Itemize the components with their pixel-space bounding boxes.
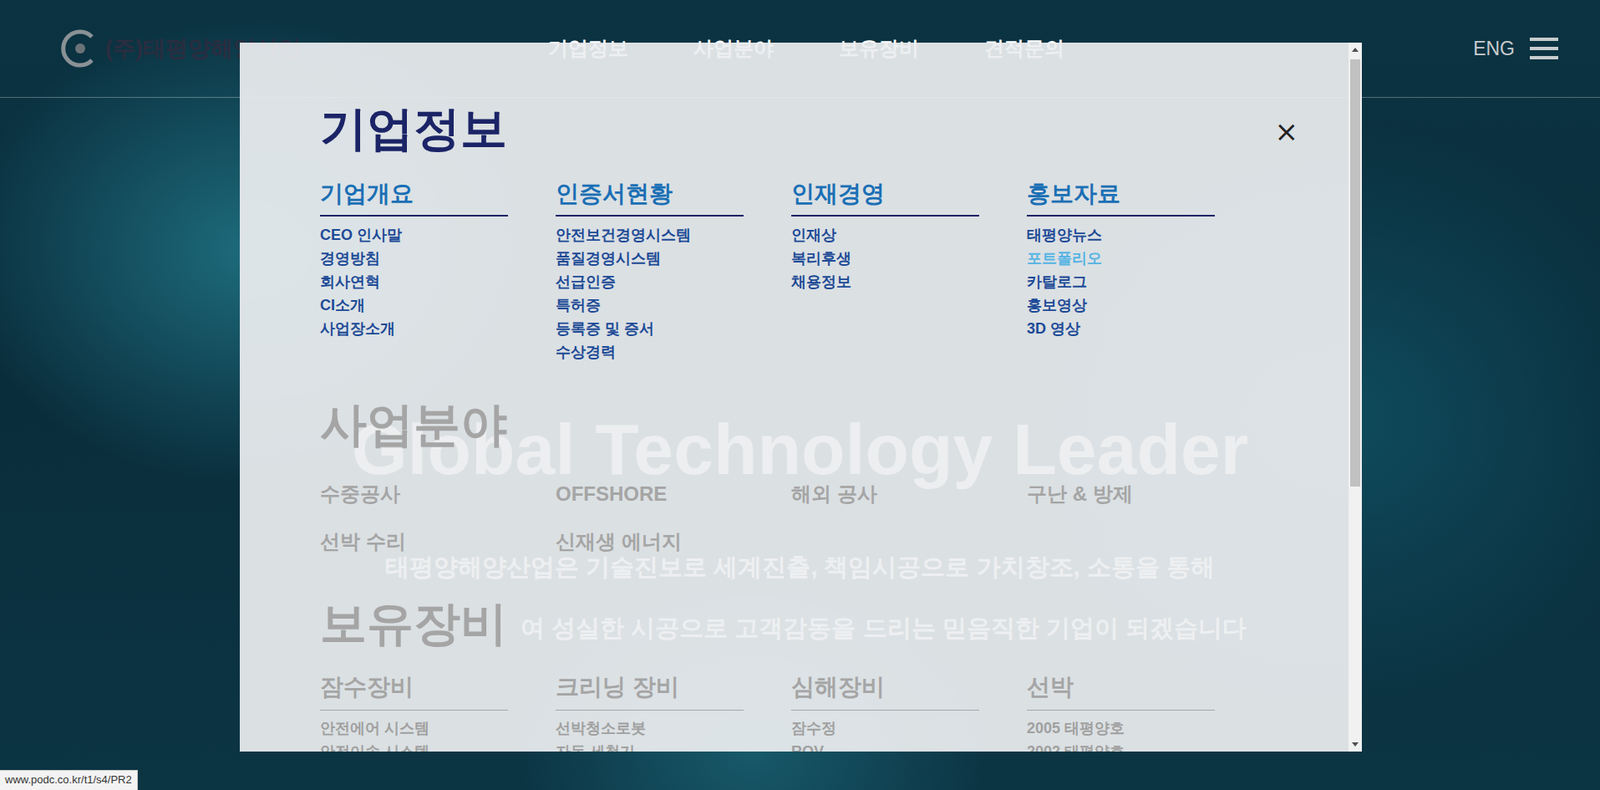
link-list: 안전에어 시스템안전이송 시스템 xyxy=(320,716,508,752)
column-title[interactable]: 크리닝 장비 xyxy=(555,672,744,711)
header-tools: ENG xyxy=(1473,37,1559,61)
sitemap-link[interactable]: 2005 태평양호 xyxy=(1026,716,1215,740)
sitemap-link[interactable]: 수상경력 xyxy=(555,340,744,364)
sitemap-link[interactable]: 선급인증 xyxy=(555,269,744,294)
menu-bar xyxy=(1529,55,1559,60)
scroll-down-icon[interactable] xyxy=(1348,736,1362,752)
page: (주)태평양해양산업 기업정보사업분야보유장비견적문의 ENG Global T… xyxy=(0,0,1600,790)
sitemap-link[interactable]: 안전보건경영시스템 xyxy=(555,223,744,247)
column-title[interactable]: 잠수장비 xyxy=(320,672,508,711)
menu-icon[interactable] xyxy=(1529,37,1559,60)
link-list: 인재상복리후생채용정보 xyxy=(791,223,980,294)
column-title[interactable]: 기업개요 xyxy=(320,179,508,217)
link-list: 2005 태평양호2002 태평양호 xyxy=(1026,716,1215,752)
column-title[interactable]: 인증서현황 xyxy=(555,179,744,217)
scroll-thumb[interactable] xyxy=(1350,59,1361,487)
sitemap-link[interactable]: 잠수정 xyxy=(791,716,980,740)
link-list: 선박청소로봇자동 세척기 xyxy=(555,716,744,752)
sitemap-link[interactable]: 복리후생 xyxy=(791,246,980,270)
sitemap-section: 기업정보 기업개요 CEO 인사말경영방침회사연혁CI소개사업장소개 인증서현황 … xyxy=(320,100,1362,364)
sitemap-link[interactable]: 회사연혁 xyxy=(320,269,508,294)
sitemap-column: 심해장비 잠수정ROV xyxy=(791,672,980,752)
sitemap-link[interactable]: 인재상 xyxy=(791,223,980,247)
sitemap-column: 인재경영 인재상복리후생채용정보 xyxy=(791,179,980,364)
section-items: 수중공사 OFFSHORE 해외 공사 구난 & 방제선박 수리 신재생 에너지 xyxy=(320,479,1362,556)
column-title[interactable]: 인재경영 xyxy=(791,179,980,217)
sitemap-link[interactable]: 등록증 및 증서 xyxy=(555,316,744,341)
sitemap-link[interactable]: ROV xyxy=(791,739,980,752)
scrollbar[interactable] xyxy=(1348,42,1362,752)
section-title[interactable]: 보유장비 xyxy=(320,594,1362,651)
sitemap-section: 사업분야 수중공사 OFFSHORE 해외 공사 구난 & 방제선박 수리 신재생 에너… xyxy=(320,396,1362,556)
sitemap-link[interactable]: 3D 영상 xyxy=(1026,316,1215,341)
section-title[interactable]: 기업정보 xyxy=(320,100,1362,157)
section-columns: 기업개요 CEO 인사말경영방침회사연혁CI소개사업장소개 인증서현황 안전보건경… xyxy=(320,179,1362,364)
menu-bar xyxy=(1529,37,1559,41)
sitemap-item[interactable]: 구난 & 방제 xyxy=(1026,479,1215,508)
menu-bar xyxy=(1529,46,1559,51)
sitemap-link[interactable]: CEO 인사말 xyxy=(320,223,508,247)
link-list: 태평양뉴스포트폴리오카탈로그홍보영상3D 영상 xyxy=(1026,223,1215,341)
column-title[interactable]: 홍보자료 xyxy=(1026,179,1215,217)
sitemap-link[interactable]: 포트폴리오 xyxy=(1026,246,1215,270)
sitemap-link[interactable]: 채용정보 xyxy=(791,269,980,294)
sitemap-link[interactable]: 카탈로그 xyxy=(1026,269,1215,294)
sitemap-column: 기업개요 CEO 인사말경영방침회사연혁CI소개사업장소개 xyxy=(320,179,508,364)
sitemap-link[interactable]: 홍보영상 xyxy=(1026,293,1215,317)
sitemap-column: 잠수장비 안전에어 시스템안전이송 시스템 xyxy=(320,672,508,752)
sitemap-link[interactable]: CI소개 xyxy=(320,293,508,317)
sitemap-item[interactable]: 신재생 에너지 xyxy=(555,527,744,556)
language-button[interactable]: ENG xyxy=(1473,37,1515,61)
sitemap-link[interactable]: 자동 세척기 xyxy=(555,739,744,752)
column-title[interactable]: 선박 xyxy=(1026,672,1215,711)
sitemap-link[interactable]: 태평양뉴스 xyxy=(1026,223,1215,247)
sitemap-link[interactable]: 선박청소로봇 xyxy=(555,716,744,740)
sitemap-link[interactable]: 안전이송 시스템 xyxy=(320,739,508,752)
section-columns: 잠수장비 안전에어 시스템안전이송 시스템 크리닝 장비 선박청소로봇자동 세척기… xyxy=(320,672,1362,752)
sitemap-link[interactable]: 품질경영시스템 xyxy=(555,246,744,270)
sitemap-link[interactable]: 특허증 xyxy=(555,293,744,317)
sitemap-column: 크리닝 장비 선박청소로봇자동 세척기 xyxy=(555,672,744,752)
sitemap-column: 인증서현황 안전보건경영시스템품질경영시스템선급인증특허증등록증 및 증서수상경… xyxy=(555,179,744,364)
column-title[interactable]: 심해장비 xyxy=(791,672,980,711)
link-list: 잠수정ROV xyxy=(791,716,980,752)
sitemap-item[interactable]: OFFSHORE xyxy=(555,479,744,508)
sitemap-item[interactable]: 해외 공사 xyxy=(791,479,980,508)
sitemap-column: 홍보자료 태평양뉴스포트폴리오카탈로그홍보영상3D 영상 xyxy=(1026,179,1215,364)
scroll-up-icon[interactable] xyxy=(1348,42,1362,57)
sitemap-content: 기업정보 기업개요 CEO 인사말경영방침회사연혁CI소개사업장소개 인증서현황 … xyxy=(239,42,1362,752)
link-list: CEO 인사말경영방침회사연혁CI소개사업장소개 xyxy=(320,223,508,341)
status-bar: www.podc.co.kr/t1/s4/PR2 xyxy=(0,769,138,790)
sitemap-link[interactable]: 사업장소개 xyxy=(320,316,508,341)
sitemap-link[interactable]: 경영방침 xyxy=(320,246,508,270)
section-title[interactable]: 사업분야 xyxy=(320,396,1362,453)
logo-icon xyxy=(58,28,99,69)
link-list: 안전보건경영시스템품질경영시스템선급인증특허증등록증 및 증서수상경력 xyxy=(555,223,744,364)
sitemap-item[interactable]: 수중공사 xyxy=(320,479,508,508)
sitemap-link[interactable]: 안전에어 시스템 xyxy=(320,716,508,740)
sitemap-item[interactable]: 선박 수리 xyxy=(320,527,508,556)
sitemap-link[interactable]: 2002 태평양호 xyxy=(1026,739,1215,752)
sitemap-modal: × 기업정보 기업개요 CEO 인사말경영방침회사연혁CI소개사업장소개 인증서현… xyxy=(239,42,1362,752)
scroll-track xyxy=(1348,56,1362,737)
sitemap-section: 보유장비 잠수장비 안전에어 시스템안전이송 시스템 크리닝 장비 선박청소로봇자… xyxy=(320,594,1362,752)
close-button[interactable]: × xyxy=(1271,116,1303,147)
sitemap-column: 선박 2005 태평양호2002 태평양호 xyxy=(1026,672,1215,752)
